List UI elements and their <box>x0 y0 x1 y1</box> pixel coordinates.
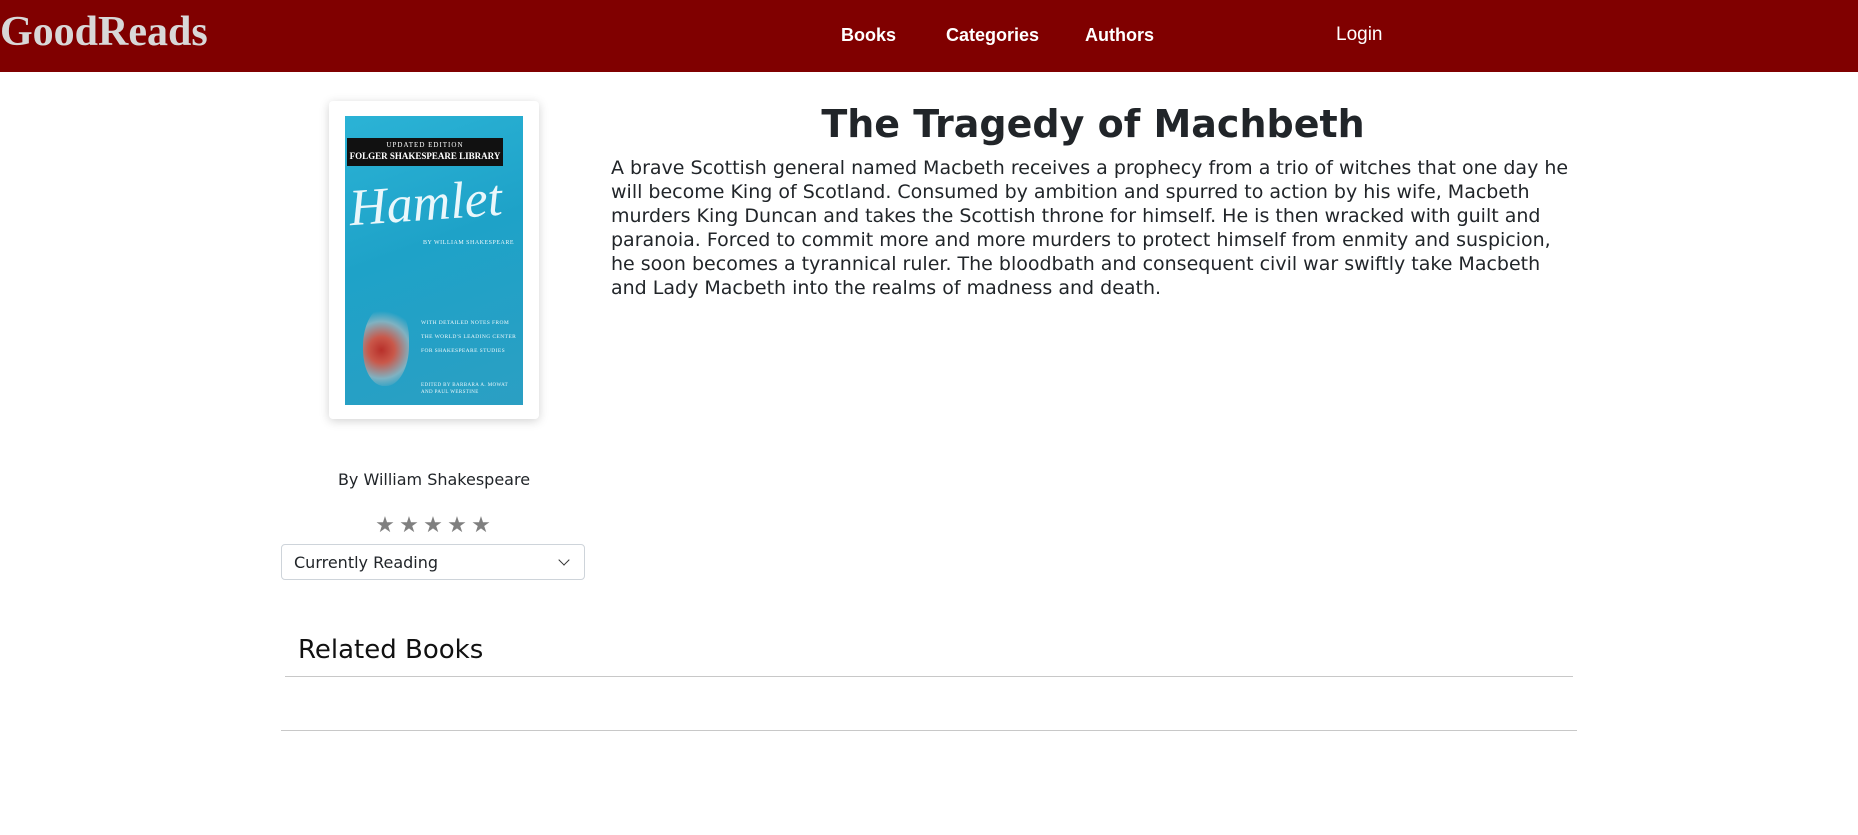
nav-link-books[interactable]: Books <box>841 24 896 46</box>
book-description: A brave Scottish general named Macbeth r… <box>611 157 1569 299</box>
nav-link-categories[interactable]: Categories <box>946 24 1039 46</box>
divider <box>285 676 1573 677</box>
brand-logo[interactable]: GoodReads <box>0 8 208 56</box>
book-title: The Tragedy of Machbeth <box>821 102 1365 146</box>
star-rating[interactable]: ★ ★ ★ ★ ★ <box>374 513 494 539</box>
book-author: By William Shakespeare <box>337 470 531 489</box>
cover-title: Hamlet <box>347 169 504 238</box>
cover-library: FOLGER SHAKESPEARE LIBRARY <box>349 151 501 161</box>
star-icon-1[interactable]: ★ <box>374 513 398 539</box>
book-cover-image: UPDATED EDITION FOLGER SHAKESPEARE LIBRA… <box>345 116 523 405</box>
cover-author: BY WILLIAM SHAKESPEARE <box>423 240 515 246</box>
related-books-heading: Related Books <box>298 635 484 665</box>
login-link[interactable]: Login <box>1336 24 1383 46</box>
shelf-status-select[interactable]: Currently Reading <box>281 544 585 580</box>
cover-editors: EDITED BY BARBARA A. MOWAT AND PAUL WERS… <box>421 383 508 395</box>
shelf-status-value: Currently Reading <box>294 553 439 572</box>
related-books-list-divider <box>281 730 1577 731</box>
cover-artwork <box>363 306 409 386</box>
star-icon-5[interactable]: ★ <box>470 513 494 539</box>
cover-notes: WITH DETAILED NOTES FROM THE WORLD'S LEA… <box>421 320 517 354</box>
navbar: GoodReads Books Categories Authors Login <box>0 0 1858 72</box>
star-icon-2[interactable]: ★ <box>398 513 422 539</box>
cover-edition: UPDATED EDITION <box>386 141 464 149</box>
chevron-down-icon <box>558 554 570 566</box>
star-icon-4[interactable]: ★ <box>446 513 470 539</box>
nav-link-authors[interactable]: Authors <box>1085 24 1154 46</box>
book-cover-card: UPDATED EDITION FOLGER SHAKESPEARE LIBRA… <box>329 101 539 419</box>
star-icon-3[interactable]: ★ <box>422 513 446 539</box>
cover-publisher-band: UPDATED EDITION FOLGER SHAKESPEARE LIBRA… <box>347 138 503 166</box>
